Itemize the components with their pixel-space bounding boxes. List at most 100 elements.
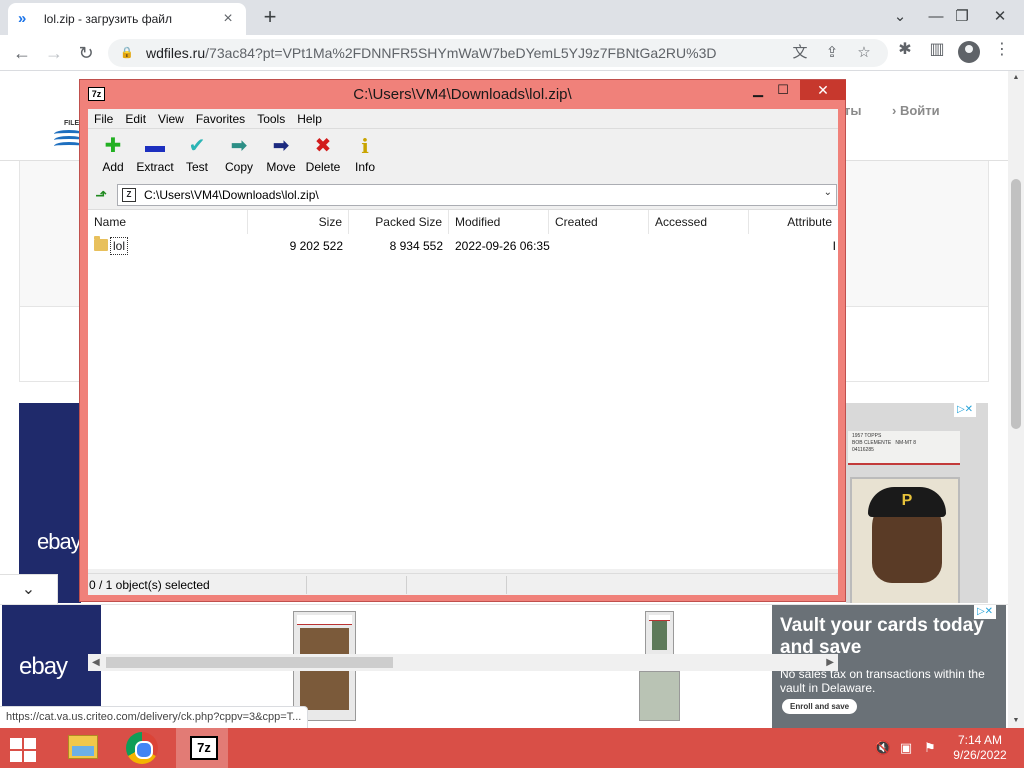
new-tab-button[interactable]: + — [258, 6, 282, 30]
share-icon[interactable]: ⇪ — [820, 41, 844, 65]
window-close-button[interactable]: ✕ — [982, 2, 1018, 32]
hscroll-thumb[interactable] — [106, 657, 393, 668]
file-explorer-icon — [68, 735, 98, 759]
selection-status: 0 / 1 object(s) selected — [89, 578, 210, 592]
psa-slab-label: 1957 TOPPS BOB CLEMENTE NM-MT 8 04116285 — [848, 431, 960, 465]
menu-file[interactable]: File — [88, 109, 119, 128]
menu-favorites[interactable]: Favorites — [190, 109, 251, 128]
translate-icon[interactable]: 文 — [788, 41, 812, 65]
link-hover-status: https://cat.va.us.criteo.com/delivery/ck… — [0, 706, 309, 728]
login-link[interactable]: › Войти — [892, 103, 940, 118]
sevenzip-minimize-button[interactable]: ▁ — [744, 80, 772, 100]
scroll-left-arrow-icon[interactable]: ◀ — [92, 654, 100, 671]
sevenzip-title-bar[interactable]: 7z C:\Users\VM4\Downloads\lol.zip\ ▁ ☐ ✕ — [80, 80, 846, 109]
ebay-logo-bottom: ebay — [19, 653, 68, 680]
path-combobox[interactable]: Z C:\Users\VM4\Downloads\lol.zip\ ⌄ — [117, 184, 837, 206]
info-button[interactable]: i Info — [344, 129, 386, 181]
add-button[interactable]: ✚ Add — [92, 129, 134, 181]
scroll-right-arrow-icon[interactable]: ▶ — [826, 654, 834, 671]
sevenzip-address-row: ⬏ Z C:\Users\VM4\Downloads\lol.zip\ ⌄ — [88, 183, 838, 207]
page-scrollbar[interactable]: ▲ ▼ — [1008, 71, 1024, 728]
baseball-card-ad[interactable]: 1957 TOPPS BOB CLEMENTE NM-MT 8 04116285… — [846, 403, 988, 603]
file-name[interactable]: lol — [110, 237, 129, 255]
column-attributes[interactable]: Attribute — [749, 210, 838, 234]
sevenzip-status-bar: 0 / 1 object(s) selected — [88, 573, 838, 595]
ad-collapse-chevron-icon[interactable]: ⌄ — [0, 574, 58, 604]
start-pane — [24, 751, 36, 762]
ebay-side-ad[interactable]: ebay — [19, 403, 82, 603]
file-modified: 2022-09-26 06:35 — [455, 239, 550, 253]
baseball-card-image: P — [850, 477, 960, 603]
scrollbar-thumb[interactable] — [1011, 179, 1021, 429]
column-packed-size[interactable]: Packed Size — [349, 210, 449, 234]
file-list-hscrollbar[interactable]: ◀ ▶ — [88, 654, 838, 671]
start-windows-icon[interactable] — [8, 736, 38, 762]
window-restore-button[interactable]: ❐ — [944, 2, 980, 32]
back-button[interactable]: ← — [8, 39, 36, 67]
column-size[interactable]: Size — [248, 210, 349, 234]
copy-button[interactable]: ➡ Copy — [218, 129, 260, 181]
menu-edit[interactable]: Edit — [119, 109, 152, 128]
chrome-menu-icon[interactable]: ⋮ — [990, 40, 1014, 64]
vault-headline: Vault your cards today and save — [780, 615, 984, 658]
address-bar[interactable]: 🔒 wdfiles.ru /73ac84?pt=VPt1Ma%2FDNNFR5S… — [108, 39, 888, 67]
folder-icon — [94, 236, 108, 251]
delete-button[interactable]: ✖ Delete — [302, 129, 344, 181]
sevenzip-close-button[interactable]: ✕ — [800, 80, 846, 100]
column-accessed[interactable]: Accessed — [649, 210, 749, 234]
card-stack-image[interactable] — [639, 671, 680, 721]
scroll-up-arrow-icon[interactable]: ▲ — [1008, 71, 1024, 85]
taskbar-file-explorer[interactable] — [56, 728, 108, 768]
player-cap: P — [868, 487, 946, 517]
move-button[interactable]: ➡ Move — [260, 129, 302, 181]
lock-icon[interactable]: 🔒 — [120, 46, 134, 60]
windows-taskbar: 7z 🔇 ▣ ⚑ 7:14 AM 9/26/2022 — [0, 728, 1024, 768]
taskbar-7zip[interactable]: 7z — [176, 728, 228, 768]
adchoices-icon-bottom[interactable]: ▷✕ — [974, 605, 996, 619]
table-row[interactable]: lol 9 202 522 8 934 552 2022-09-26 06:35… — [88, 236, 838, 256]
move-arrow-icon: ➡ — [272, 135, 290, 157]
bookmark-star-icon[interactable]: ☆ — [852, 41, 876, 65]
forward-button[interactable]: → — [40, 39, 68, 67]
volume-muted-icon[interactable]: 🔇 — [874, 740, 892, 756]
network-icon[interactable]: ▣ — [897, 740, 915, 756]
info-icon: i — [361, 134, 369, 158]
column-created[interactable]: Created — [549, 210, 649, 234]
test-button[interactable]: ✔ Test — [176, 129, 218, 181]
vault-subtext: No sales tax on transactions within the … — [780, 667, 985, 695]
taskbar-chrome[interactable] — [116, 728, 168, 768]
path-value: C:\Users\VM4\Downloads\lol.zip\ — [144, 188, 319, 202]
folder-up-icon[interactable]: ⬏ — [92, 186, 110, 204]
enroll-button[interactable]: Enroll and save — [782, 699, 858, 714]
column-name[interactable]: Name — [88, 210, 248, 234]
side-panel-icon[interactable]: ▥ — [925, 40, 949, 64]
url-host: wdfiles.ru — [146, 45, 206, 61]
profile-avatar[interactable] — [958, 41, 980, 63]
menu-tools[interactable]: Tools — [251, 109, 291, 128]
tab-favicon-icon: » — [18, 10, 27, 27]
path-dropdown-icon[interactable]: ⌄ — [824, 187, 832, 198]
copy-label: Copy — [224, 160, 253, 174]
file-list[interactable]: Name Size Packed Size Modified Created A… — [88, 209, 838, 671]
start-pane — [10, 751, 22, 762]
tab-search-chevron-icon[interactable]: ⌄ — [882, 2, 918, 32]
tab-title: lol.zip - загрузить файл — [44, 12, 172, 26]
action-center-flag-icon[interactable]: ⚑ — [921, 740, 939, 756]
sevenzip-window-title: C:\Users\VM4\Downloads\lol.zip\ — [353, 86, 572, 103]
menu-view[interactable]: View — [152, 109, 190, 128]
tab-close-icon[interactable]: × — [220, 10, 236, 28]
move-label: Move — [266, 160, 296, 174]
column-modified[interactable]: Modified — [449, 210, 549, 234]
adchoices-icon[interactable]: ▷✕ — [954, 403, 976, 417]
extensions-puzzle-icon[interactable]: ✱ — [893, 40, 917, 64]
sevenzip-maximize-button[interactable]: ☐ — [769, 80, 797, 100]
reload-button[interactable]: ↻ — [72, 39, 100, 67]
taskbar-clock[interactable]: 7:14 AM 9/26/2022 — [950, 733, 1010, 763]
nav-link-partial[interactable]: ты — [844, 103, 861, 118]
clock-date: 9/26/2022 — [953, 748, 1007, 762]
browser-tab[interactable]: » lol.zip - загрузить файл × — [8, 3, 246, 35]
scroll-down-arrow-icon[interactable]: ▼ — [1008, 714, 1024, 728]
menu-help[interactable]: Help — [291, 109, 328, 128]
extract-button[interactable]: ▬ Extract — [134, 129, 176, 181]
chrome-icon — [126, 732, 158, 764]
